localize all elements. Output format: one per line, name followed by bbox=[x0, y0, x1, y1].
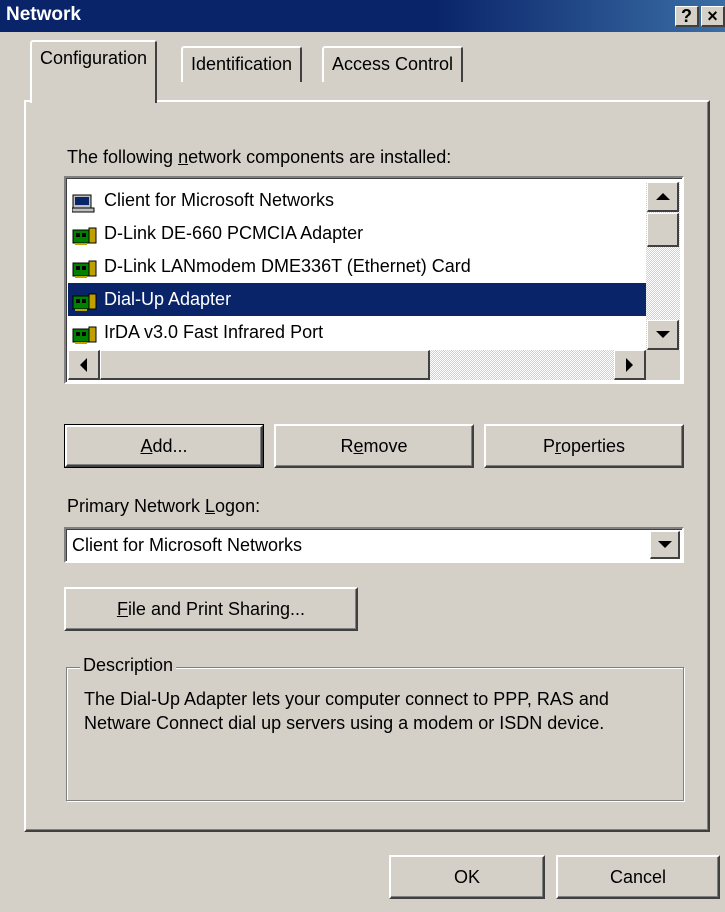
logon-label-before: Primary Network bbox=[67, 496, 206, 516]
list-item-label: D-Link LANmodem DME336T (Ethernet) Card bbox=[104, 256, 471, 276]
tab-configuration[interactable]: Configuration bbox=[30, 40, 158, 103]
chevron-down-icon bbox=[657, 541, 672, 548]
scroll-right-button[interactable] bbox=[614, 350, 646, 380]
title-bar[interactable]: Network ? × bbox=[0, 0, 725, 32]
scroll-up-button[interactable] bbox=[647, 182, 679, 212]
file-print-sharing-button[interactable]: File and Print Sharing... bbox=[64, 587, 358, 631]
list-item-d-link-lanmodem[interactable]: D-Link LANmodem DME336T (Ethernet) Card bbox=[68, 250, 646, 283]
network-client-icon bbox=[71, 191, 98, 213]
file-print-button-label: File and Print Sharing... bbox=[117, 599, 305, 620]
scroll-left-button[interactable] bbox=[68, 350, 100, 380]
list-item-irda-port[interactable]: IrDA v3.0 Fast Infrared Port bbox=[68, 316, 646, 349]
cancel-button-label: Cancel bbox=[609, 866, 667, 887]
ok-button[interactable]: OK bbox=[389, 855, 545, 899]
window-title: Network bbox=[6, 4, 81, 25]
components-rows: Client for Microsoft Networks D-Link DE-… bbox=[68, 184, 646, 349]
components-label-mnemonic: n bbox=[178, 147, 189, 167]
vertical-scroll-thumb[interactable] bbox=[647, 213, 679, 247]
description-legend: Description bbox=[80, 655, 177, 676]
horizontal-scroll-thumb[interactable] bbox=[100, 350, 430, 380]
cancel-button[interactable]: Cancel bbox=[556, 855, 720, 899]
arrow-down-icon bbox=[655, 331, 670, 338]
add-mnemonic: A bbox=[140, 435, 153, 456]
ok-button-label: OK bbox=[453, 866, 480, 887]
remove-label-rest: move bbox=[363, 435, 408, 456]
components-label: The following network components are ins… bbox=[67, 147, 451, 168]
list-item-label: Client for Microsoft Networks bbox=[104, 190, 335, 210]
logon-dropdown-button[interactable] bbox=[650, 531, 680, 559]
tab-access-control[interactable]: Access Control bbox=[322, 46, 464, 82]
network-adapter-icon bbox=[72, 224, 98, 245]
help-button[interactable]: ? bbox=[675, 6, 699, 27]
primary-logon-select[interactable]: Client for Microsoft Networks bbox=[64, 527, 684, 563]
close-icon: × bbox=[707, 6, 718, 26]
tab-label: Access Control bbox=[332, 54, 454, 74]
tab-label: Identification bbox=[191, 54, 293, 74]
tab-label: Configuration bbox=[40, 48, 148, 68]
scroll-down-button[interactable] bbox=[647, 320, 679, 350]
list-item-d-link-de-660[interactable]: D-Link DE-660 PCMCIA Adapter bbox=[68, 217, 646, 250]
file-print-label-rest: ile and Print Sharing... bbox=[127, 598, 306, 619]
properties-button-label: Properties bbox=[543, 436, 625, 457]
components-label-after: etwork components are installed: bbox=[188, 147, 452, 167]
arrow-left-icon bbox=[80, 357, 87, 372]
arrow-up-icon bbox=[655, 193, 670, 200]
remove-mnemonic: e bbox=[353, 435, 364, 456]
horizontal-scrollbar[interactable] bbox=[68, 350, 646, 380]
properties-label-before: P bbox=[542, 435, 555, 456]
scroll-corner bbox=[646, 350, 680, 380]
logon-label-after: ogon: bbox=[215, 496, 261, 516]
arrow-right-icon bbox=[626, 357, 633, 372]
add-label-rest: dd... bbox=[152, 435, 188, 456]
tab-identification[interactable]: Identification bbox=[181, 46, 303, 82]
list-item-client-for-microsoft-networks[interactable]: Client for Microsoft Networks bbox=[68, 184, 646, 217]
description-text: The Dial-Up Adapter lets your computer c… bbox=[84, 689, 609, 733]
remove-label-before: R bbox=[340, 435, 354, 456]
network-adapter-icon bbox=[72, 323, 98, 344]
list-item-label: D-Link DE-660 PCMCIA Adapter bbox=[104, 223, 364, 243]
file-print-mnemonic: F bbox=[116, 598, 128, 619]
add-button[interactable]: Add... bbox=[64, 424, 264, 468]
remove-button-label: Remove bbox=[340, 436, 407, 457]
properties-button[interactable]: Properties bbox=[484, 424, 684, 468]
add-button-label: Add... bbox=[140, 436, 187, 457]
list-item-label: IrDA v3.0 Fast Infrared Port bbox=[104, 322, 324, 342]
list-item-dial-up-adapter[interactable]: Dial-Up Adapter bbox=[68, 283, 646, 316]
remove-button[interactable]: Remove bbox=[274, 424, 474, 468]
network-adapter-icon bbox=[72, 257, 98, 278]
list-item-label: Dial-Up Adapter bbox=[104, 289, 232, 309]
logon-label: Primary Network Logon: bbox=[67, 496, 260, 517]
network-dialog: Network ? × Configuration Identification… bbox=[0, 0, 725, 912]
help-icon: ? bbox=[681, 6, 692, 26]
primary-logon-value: Client for Microsoft Networks bbox=[72, 535, 303, 555]
close-button[interactable]: × bbox=[701, 6, 725, 27]
properties-label-rest: operties bbox=[560, 435, 626, 456]
logon-label-mnemonic: L bbox=[205, 496, 216, 516]
components-list[interactable]: Client for Microsoft Networks D-Link DE-… bbox=[64, 176, 684, 384]
components-label-before: The following bbox=[67, 147, 179, 167]
vertical-scrollbar[interactable] bbox=[646, 182, 680, 350]
network-adapter-icon bbox=[72, 290, 98, 311]
